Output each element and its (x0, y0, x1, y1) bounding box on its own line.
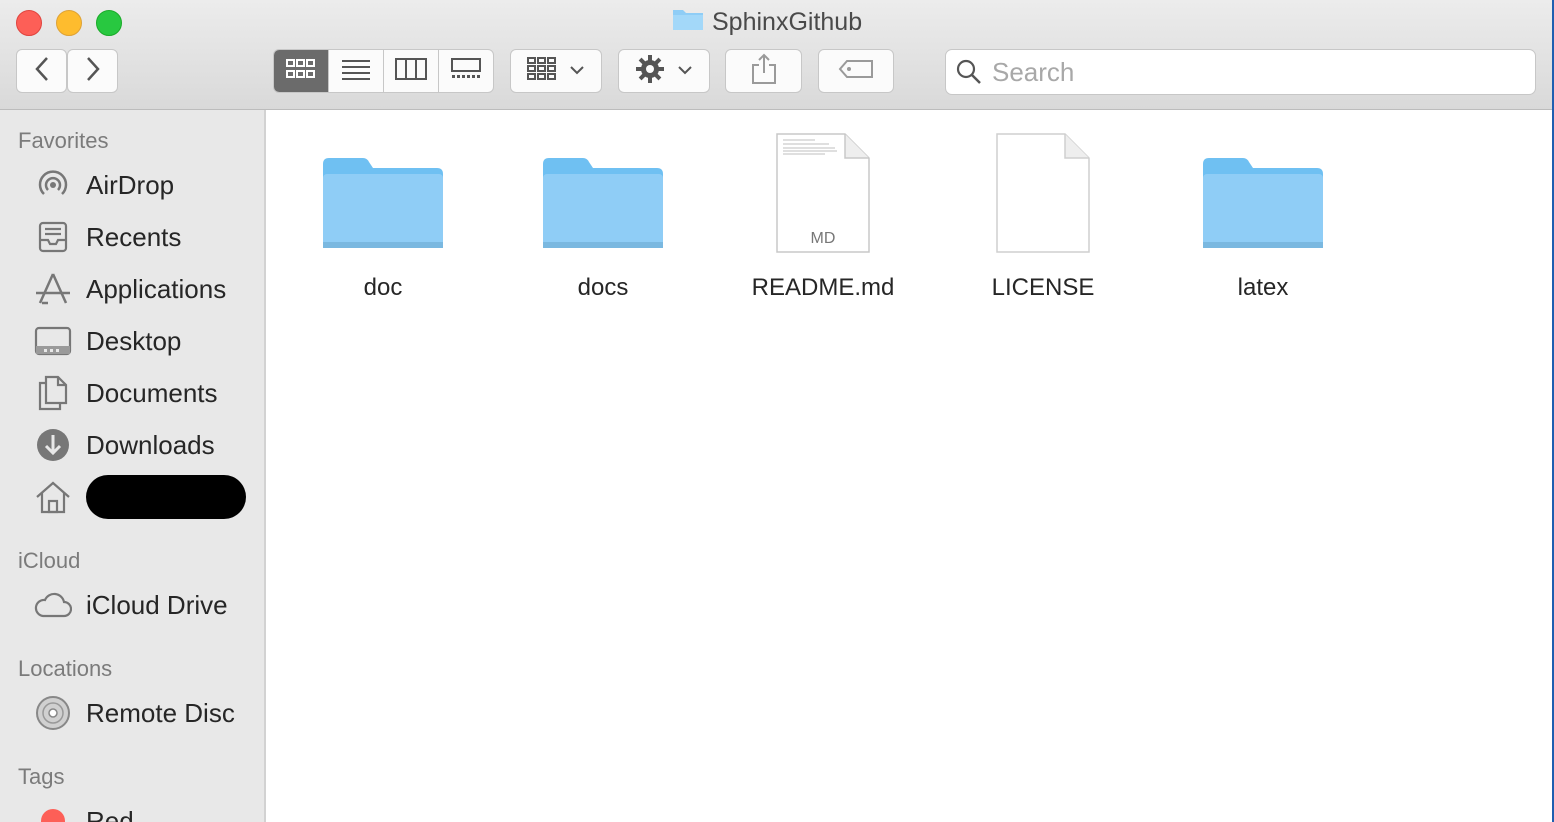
sidebar-item-label: Applications (86, 273, 227, 304)
folder-icon (538, 124, 668, 254)
sidebar-item-airdrop[interactable]: AirDrop (34, 163, 254, 207)
file-name: README.md (751, 274, 895, 301)
sidebar-item-label: Documents (86, 377, 218, 408)
chevron-down-icon (569, 62, 585, 80)
grid-icon (286, 58, 316, 85)
column-view-button[interactable] (384, 50, 439, 92)
sidebar-item-label: AirDrop (86, 169, 175, 200)
sidebar-item-home[interactable] (34, 475, 254, 519)
sidebar-item-icloud-drive[interactable]: iCloud Drive (34, 583, 254, 627)
sidebar-item-documents[interactable]: Documents (34, 371, 254, 415)
redacted-username (86, 475, 246, 519)
file-item-docs[interactable]: docs (513, 124, 693, 302)
folder-icon (318, 124, 448, 254)
file-name: doc (363, 274, 403, 301)
sidebar-item-remote-disc[interactable]: Remote Disc (34, 691, 254, 735)
airdrop-icon (34, 166, 72, 204)
sidebar-item-label: Downloads (86, 429, 215, 460)
cloud-icon (34, 586, 72, 624)
file-name: LICENSE (991, 274, 1095, 301)
tag-icon (838, 59, 874, 84)
sidebar-item-label: Recents (86, 221, 182, 252)
sidebar-item-label: Desktop (86, 325, 182, 356)
columns-icon (395, 57, 427, 85)
sidebar-item-applications[interactable]: Applications (34, 267, 254, 311)
sidebar-item-desktop[interactable]: Desktop (34, 319, 254, 363)
sidebar-item-recents[interactable]: Recents (34, 215, 254, 259)
chevron-right-icon (85, 56, 101, 87)
search-input[interactable] (990, 55, 1514, 89)
search-icon (956, 59, 982, 85)
grid-icon (527, 56, 557, 86)
window-title: SphinxGithub (672, 6, 862, 38)
view-mode-control (273, 49, 494, 93)
file-item-readme[interactable]: MD README.md (733, 124, 913, 302)
gear-icon (635, 54, 665, 89)
markdown-document-icon: MD (758, 124, 888, 254)
forward-button[interactable] (67, 49, 118, 93)
document-icon (978, 124, 1108, 254)
disc-icon (34, 694, 72, 732)
icon-view-button[interactable] (274, 50, 329, 92)
file-browser: doc docs MD README.md LICENSE latex (266, 110, 1552, 822)
search-field[interactable] (945, 49, 1536, 95)
recents-icon (34, 218, 72, 256)
window-title-text: SphinxGithub (712, 7, 863, 36)
desktop-icon (34, 322, 72, 360)
minimize-button[interactable] (56, 10, 82, 36)
folder-icon (672, 7, 704, 38)
file-item-latex[interactable]: latex (1173, 124, 1353, 302)
documents-icon (34, 374, 72, 412)
applications-icon (34, 270, 72, 308)
file-item-doc[interactable]: doc (293, 124, 473, 302)
share-button[interactable] (725, 49, 802, 93)
sidebar-item-label: Red (86, 805, 134, 822)
red-tag-icon (34, 802, 72, 822)
home-icon (34, 478, 72, 516)
chevron-left-icon (34, 56, 50, 87)
sidebar-section-icloud: iCloud (18, 548, 81, 573)
sidebar-item-downloads[interactable]: Downloads (34, 423, 254, 467)
sidebar-item-label: iCloud Drive (86, 589, 228, 620)
sidebar-section-locations: Locations (18, 656, 113, 681)
list-view-button[interactable] (329, 50, 384, 92)
sidebar-section-favorites: Favorites (18, 128, 109, 153)
edit-tags-button[interactable] (818, 49, 894, 93)
file-item-license[interactable]: LICENSE (953, 124, 1133, 302)
toolbar: SphinxGithub (0, 0, 1552, 110)
chevron-down-icon (677, 62, 693, 80)
sidebar: Favorites AirDrop Recents Applications D… (0, 110, 266, 822)
file-name: docs (577, 274, 629, 301)
list-icon (341, 58, 371, 85)
folder-icon (1198, 124, 1328, 254)
downloads-icon (34, 426, 72, 464)
sidebar-item-tag-red[interactable]: Red (34, 799, 254, 822)
zoom-button[interactable] (96, 10, 122, 36)
gallery-icon (451, 57, 481, 85)
file-type-badge: MD (810, 230, 836, 247)
gallery-view-button[interactable] (439, 50, 493, 92)
group-by-button[interactable] (510, 49, 602, 93)
file-name: latex (1237, 274, 1289, 301)
finder-window: SphinxGithub Search Favorites AirDrop Re… (0, 0, 1554, 822)
back-button[interactable] (16, 49, 67, 93)
share-icon (751, 53, 777, 90)
action-menu-button[interactable] (618, 49, 710, 93)
sidebar-item-label: Remote Disc (86, 697, 235, 728)
close-button[interactable] (16, 10, 42, 36)
sidebar-section-tags: Tags (18, 764, 65, 789)
